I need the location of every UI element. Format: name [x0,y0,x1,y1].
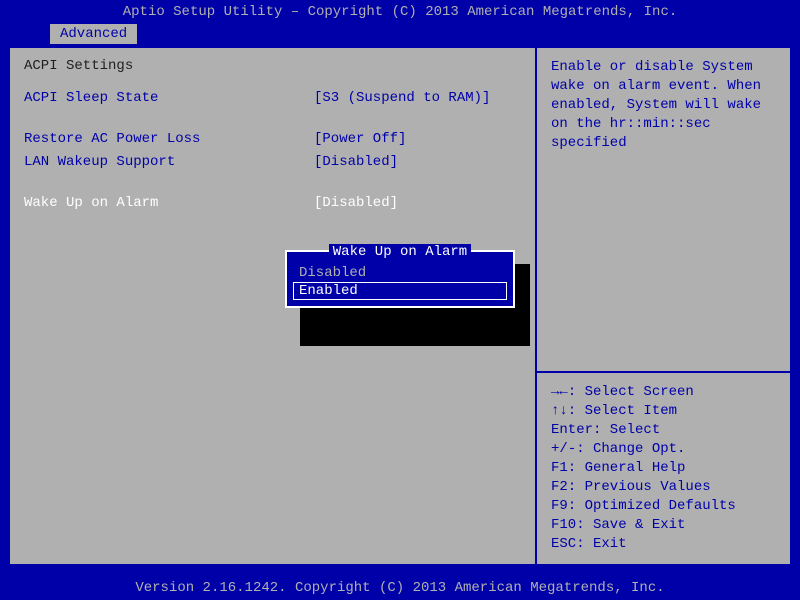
hint-enter: Enter: Select [551,421,776,440]
popup-option-disabled[interactable]: Disabled [293,264,507,282]
setting-label: Restore AC Power Loss [24,129,314,149]
setting-label: Wake Up on Alarm [24,193,314,213]
hint-esc: ESC: Exit [551,535,776,554]
hint-f9: F9: Optimized Defaults [551,497,776,516]
setting-label: LAN Wakeup Support [24,152,314,172]
hint-f10: F10: Save & Exit [551,516,776,535]
hint-select-item: ↑↓: Select Item [551,402,776,421]
setting-restore-ac[interactable]: Restore AC Power Loss [Power Off] [24,129,521,149]
section-title: ACPI Settings [24,58,521,74]
setting-wake-alarm[interactable]: Wake Up on Alarm [Disabled] [24,193,521,213]
bios-header: Aptio Setup Utility – Copyright (C) 2013… [0,0,800,24]
setting-value: [Disabled] [314,152,521,172]
setting-acpi-sleep-state[interactable]: ACPI Sleep State [S3 (Suspend to RAM)] [24,88,521,108]
popup-wake-alarm: Wake Up on Alarm Disabled Enabled [285,250,515,308]
hint-f1: F1: General Help [551,459,776,478]
panel-divider [537,371,790,373]
setting-label: ACPI Sleep State [24,88,314,108]
tab-advanced[interactable]: Advanced [50,24,137,44]
tab-row: Advanced [0,24,800,46]
help-text: Enable or disable System wake on alarm e… [551,58,776,153]
popup-option-enabled[interactable]: Enabled [293,282,507,300]
hint-select-screen: →←: Select Screen [551,383,776,402]
setting-value: [S3 (Suspend to RAM)] [314,88,521,108]
setting-lan-wakeup[interactable]: LAN Wakeup Support [Disabled] [24,152,521,172]
setting-value: [Disabled] [314,193,521,213]
key-hints: →←: Select Screen ↑↓: Select Item Enter:… [551,383,776,554]
help-panel: Enable or disable System wake on alarm e… [537,46,792,566]
popup-title: Wake Up on Alarm [293,244,507,260]
hint-change-opt: +/-: Change Opt. [551,440,776,459]
setting-value: [Power Off] [314,129,521,149]
hint-f2: F2: Previous Values [551,478,776,497]
bios-footer: Version 2.16.1242. Copyright (C) 2013 Am… [0,576,800,600]
